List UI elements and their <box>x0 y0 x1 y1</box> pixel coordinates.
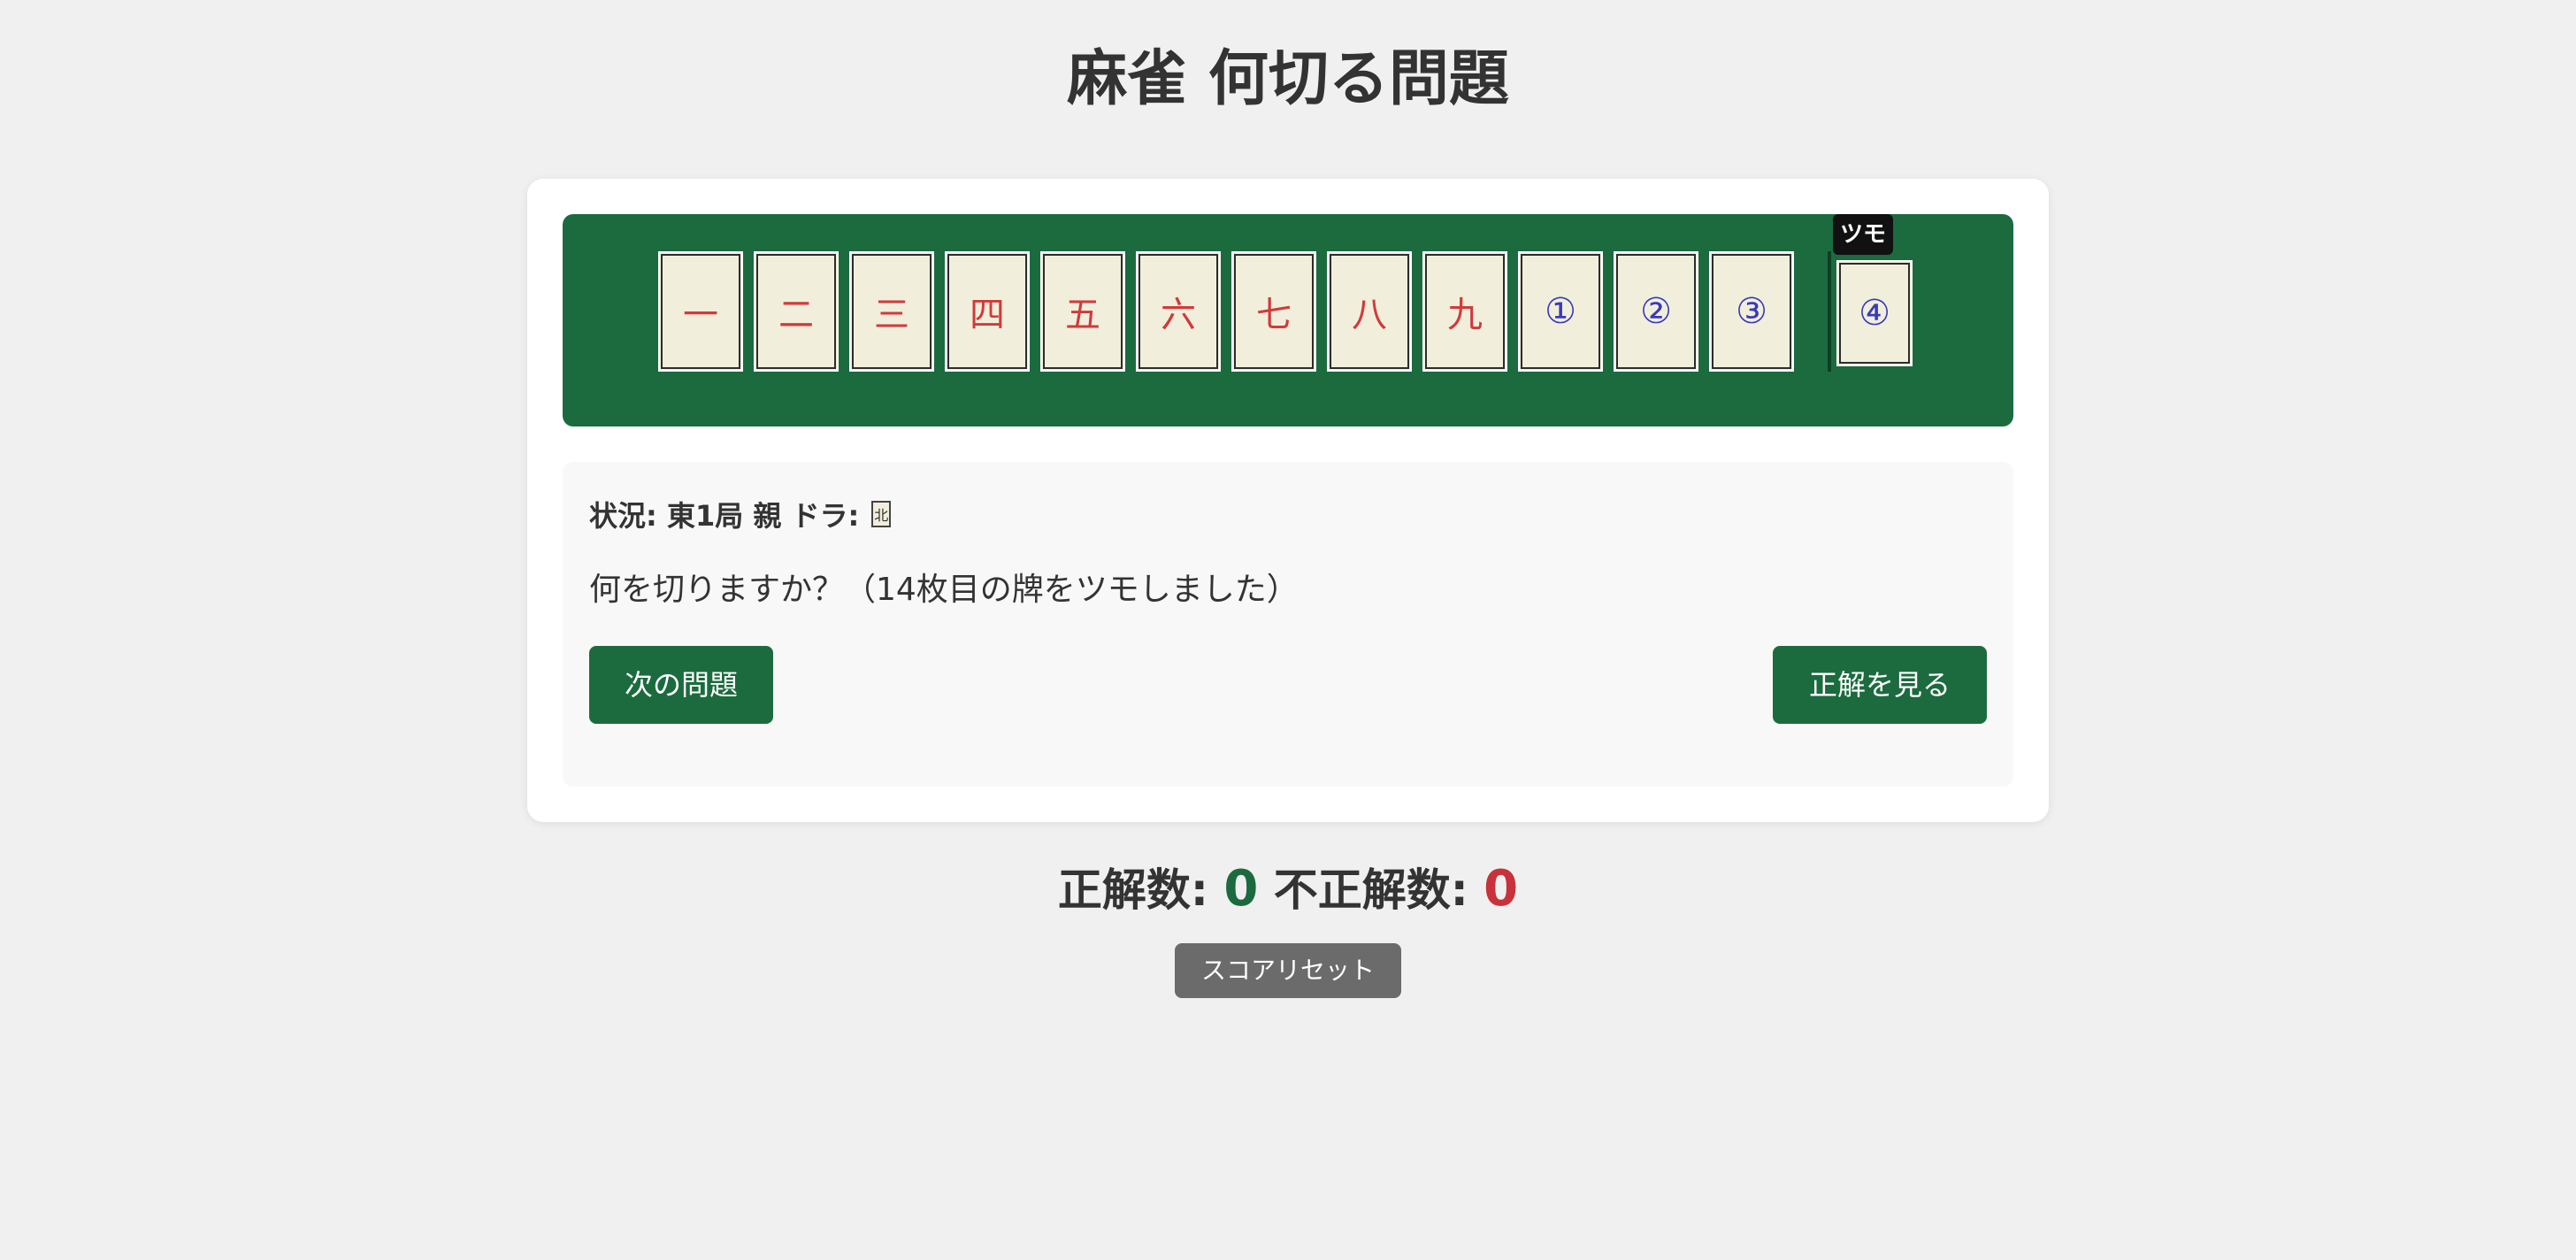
hand-tile[interactable]: 一 <box>658 251 743 372</box>
hand-tile[interactable]: ① <box>1518 251 1603 372</box>
hand-tile[interactable]: 二 <box>754 251 839 372</box>
dora-tile: 北 <box>871 501 892 527</box>
tsumo-divider <box>1828 251 1831 372</box>
correct-label: 正解数: <box>1057 864 1208 916</box>
next-question-button[interactable]: 次の問題 <box>589 646 773 724</box>
show-answer-button[interactable]: 正解を見る <box>1773 646 1987 724</box>
question-text: 何を切りますか？（14枚目の牌をツモしました） <box>589 572 1299 608</box>
hand-tile[interactable]: 八 <box>1327 251 1412 372</box>
hand-area: 一二三四五六七八九①②③ ツモ ④ <box>563 214 2013 426</box>
page-title: 麻雀 何切る問題 <box>1067 44 1509 114</box>
hand-tile[interactable]: ② <box>1614 251 1698 372</box>
hand-tile[interactable]: 六 <box>1136 251 1221 372</box>
hand-tile[interactable]: 四 <box>945 251 1030 372</box>
situation-line: 状況: 東1局 親 ドラ: 北 <box>589 494 892 534</box>
situation-text: 状況: 東1局 親 ドラ: <box>589 499 860 533</box>
hand-tile[interactable]: 五 <box>1040 251 1125 372</box>
info-panel: 状況: 東1局 親 ドラ: 北 何を切りますか？（14枚目の牌をツモしました） … <box>563 462 2013 787</box>
quiz-card: 一二三四五六七八九①②③ ツモ ④ 状況: 東1局 親 ドラ: 北 何を切ります… <box>527 179 2049 822</box>
score-line: 正解数: 0 不正解数: 0 <box>0 858 2576 921</box>
correct-count: 0 <box>1223 860 1259 918</box>
hand-tile[interactable]: ③ <box>1709 251 1794 372</box>
wrong-count: 0 <box>1484 860 1519 918</box>
hand-tile[interactable]: 七 <box>1231 251 1316 372</box>
tsumo-tile[interactable]: ④ <box>1836 260 1913 366</box>
tsumo-label: ツモ <box>1833 214 1893 255</box>
wrong-label: 不正解数: <box>1273 864 1468 916</box>
score-reset-button[interactable]: スコアリセット <box>1175 943 1401 998</box>
hand-tile[interactable]: 九 <box>1422 251 1507 372</box>
hand-tile[interactable]: 三 <box>849 251 934 372</box>
